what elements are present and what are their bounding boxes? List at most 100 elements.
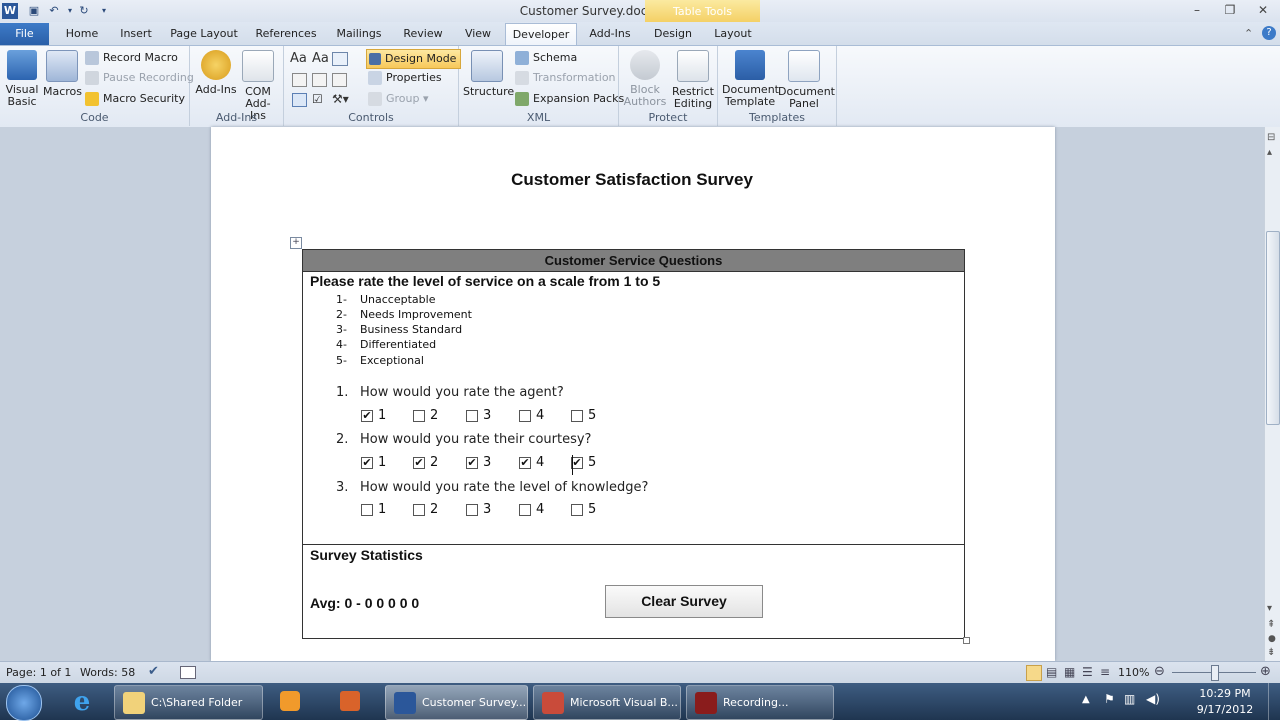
date-picker-icon[interactable] (292, 93, 307, 107)
checked-box-icon[interactable]: ✔ (413, 457, 425, 469)
pause-recording-button[interactable]: Pause Recording (85, 69, 194, 87)
show-hidden-icons[interactable]: ▲ (1082, 694, 1090, 705)
tab-review[interactable]: Review (398, 24, 448, 44)
table-resize-handle[interactable] (963, 637, 970, 644)
tab-insert[interactable]: Insert (112, 24, 160, 44)
document-panel-button[interactable]: Document Panel (778, 50, 835, 110)
restore-button[interactable]: ❐ (1219, 2, 1241, 19)
clear-survey-button[interactable]: Clear Survey (605, 585, 763, 618)
macro-security-button[interactable]: Macro Security (85, 90, 185, 108)
outline-view-icon[interactable]: ☰ (1082, 665, 1093, 679)
checked-box-icon[interactable]: ✔ (361, 410, 373, 422)
unchecked-box-icon[interactable] (413, 410, 425, 422)
record-macro-button[interactable]: Record Macro (85, 49, 178, 67)
zoom-out-icon[interactable]: ⊖ (1154, 664, 1165, 679)
clock-date[interactable]: 9/17/2012 (1190, 703, 1260, 716)
rating-checkbox[interactable]: 4 (519, 502, 544, 517)
internet-explorer-icon[interactable]: e (65, 688, 99, 716)
show-desktop-button[interactable] (1268, 683, 1280, 720)
rating-checkbox[interactable]: 5 (571, 408, 596, 423)
rating-checkbox[interactable]: 3 (466, 408, 491, 423)
rating-checkbox[interactable]: ✔ 2 (413, 455, 438, 470)
add-ins-button[interactable]: Add-Ins (194, 50, 238, 96)
draft-view-icon[interactable]: ≡ (1100, 665, 1110, 679)
web-layout-icon[interactable]: ▦ (1064, 665, 1075, 679)
rating-checkbox[interactable]: 5 (571, 502, 596, 517)
plain-text-control-icon[interactable]: Aa (312, 51, 329, 66)
scrollbar-thumb[interactable] (1266, 231, 1280, 425)
expansion-packs-button[interactable]: Expansion Packs (515, 90, 624, 108)
close-button[interactable]: ✕ (1252, 2, 1274, 19)
help-icon[interactable]: ? (1262, 26, 1276, 40)
tab-references[interactable]: References (252, 24, 320, 44)
combo-box-icon[interactable] (312, 73, 327, 87)
vertical-scrollbar[interactable]: ⊟ ▴ ▾ ⇞ ● ⇟ (1264, 127, 1280, 661)
rating-checkbox[interactable]: 2 (413, 408, 438, 423)
tab-design[interactable]: Design (650, 24, 696, 44)
unchecked-box-icon[interactable] (519, 504, 531, 516)
taskbar-recording[interactable]: Recording... (686, 685, 834, 720)
ruler-toggle-icon[interactable]: ⊟ (1267, 132, 1275, 143)
previous-page-icon[interactable]: ⇞ (1267, 619, 1275, 630)
restrict-editing-button[interactable]: Restrict Editing (671, 50, 715, 110)
taskbar-visual-basic[interactable]: Microsoft Visual B... (533, 685, 681, 720)
zoom-slider-thumb[interactable] (1211, 665, 1219, 681)
tab-page-layout[interactable]: Page Layout (168, 24, 240, 44)
unchecked-box-icon[interactable] (571, 410, 583, 422)
minimize-ribbon-icon[interactable]: ⌃ (1244, 27, 1253, 40)
rating-checkbox[interactable]: 4 (519, 408, 544, 423)
tab-add-ins[interactable]: Add-Ins (584, 24, 636, 44)
unchecked-box-icon[interactable] (361, 504, 373, 516)
tab-layout[interactable]: Layout (710, 24, 756, 44)
zoom-in-icon[interactable]: ⊕ (1260, 664, 1271, 679)
unchecked-box-icon[interactable] (413, 504, 425, 516)
browse-object-icon[interactable]: ● (1268, 634, 1276, 644)
tab-mailings[interactable]: Mailings (330, 24, 388, 44)
scroll-down-icon[interactable]: ▾ (1267, 603, 1272, 614)
clock-time[interactable]: 10:29 PM (1190, 687, 1260, 700)
document-template-button[interactable]: Document Template (722, 50, 779, 108)
print-layout-icon[interactable] (1026, 665, 1042, 681)
rating-checkbox[interactable]: ✔ 4 (519, 455, 544, 470)
checked-box-icon[interactable]: ✔ (361, 457, 373, 469)
drop-down-list-icon[interactable] (332, 73, 347, 87)
network-icon[interactable]: ▥ (1124, 692, 1135, 706)
next-page-icon[interactable]: ⇟ (1267, 647, 1275, 658)
block-authors-button[interactable]: Block Authors (621, 50, 669, 108)
schema-button[interactable]: Schema (515, 49, 577, 67)
rating-checkbox[interactable]: ✔ 1 (361, 408, 386, 423)
powerpoint-icon[interactable] (330, 686, 370, 717)
minimize-button[interactable]: – (1186, 2, 1208, 19)
tab-home[interactable]: Home (58, 24, 106, 44)
transformation-button[interactable]: Transformation (515, 69, 616, 87)
check-box-control-icon[interactable]: ☑ (312, 92, 323, 106)
macros-button[interactable]: Macros (43, 50, 82, 98)
rating-checkbox[interactable]: ✔ 1 (361, 455, 386, 470)
scroll-up-icon[interactable]: ▴ (1267, 147, 1272, 158)
checked-box-icon[interactable]: ✔ (519, 457, 531, 469)
media-player-icon[interactable] (270, 686, 310, 717)
rating-checkbox[interactable]: ✔ 3 (466, 455, 491, 470)
building-block-icon[interactable] (292, 73, 307, 87)
rating-checkbox[interactable]: 2 (413, 502, 438, 517)
volume-icon[interactable]: ◀) (1146, 692, 1160, 706)
start-button[interactable] (6, 685, 42, 721)
word-count[interactable]: Words: 58 (80, 666, 135, 679)
taskbar-shared-folder[interactable]: C:\Shared Folder (114, 685, 263, 720)
tab-developer[interactable]: Developer (505, 23, 577, 46)
legacy-tools-icon[interactable]: ⚒▾ (332, 92, 349, 106)
rating-checkbox[interactable]: 3 (466, 502, 491, 517)
table-move-handle-icon[interactable]: + (290, 237, 302, 249)
macro-recording-icon[interactable] (180, 666, 196, 679)
full-screen-reading-icon[interactable]: ▤ (1046, 665, 1057, 679)
rich-text-control-icon[interactable]: Aa (290, 51, 307, 66)
structure-button[interactable]: Structure (463, 50, 514, 98)
picture-control-icon[interactable] (332, 52, 348, 66)
taskbar-customer-survey[interactable]: Customer Survey.... (385, 685, 528, 720)
proofing-icon[interactable]: ✔ (148, 664, 159, 679)
tab-view[interactable]: View (456, 24, 500, 44)
unchecked-box-icon[interactable] (466, 504, 478, 516)
unchecked-box-icon[interactable] (571, 504, 583, 516)
zoom-level[interactable]: 110% (1118, 666, 1149, 679)
design-mode-button[interactable]: Design Mode (366, 49, 462, 69)
